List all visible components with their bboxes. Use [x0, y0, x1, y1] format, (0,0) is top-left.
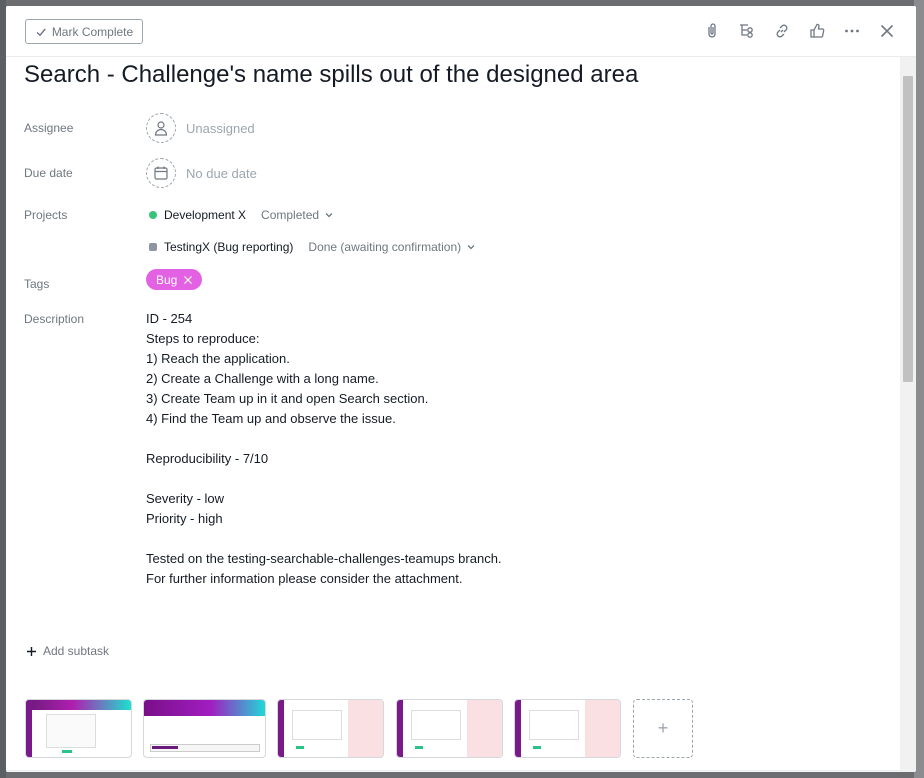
- more-icon[interactable]: [840, 19, 863, 42]
- due-date-label: Due date: [24, 166, 73, 180]
- close-icon[interactable]: [875, 19, 898, 42]
- project-row-testingx[interactable]: TestingX (Bug reporting) Done (awaiting …: [149, 240, 476, 254]
- scrollbar-thumb[interactable]: [903, 76, 913, 382]
- mark-complete-label: Mark Complete: [51, 24, 134, 39]
- check-icon: [36, 28, 46, 36]
- project-row-development-x[interactable]: Development X Completed: [149, 208, 334, 222]
- due-date-picker[interactable]: [146, 158, 176, 188]
- chevron-down-icon: [467, 245, 475, 250]
- attachment-thumbnail[interactable]: [143, 699, 266, 758]
- project-section-label: Completed: [261, 208, 320, 222]
- due-date-value[interactable]: No due date: [186, 166, 257, 181]
- assignee-value[interactable]: Unassigned: [186, 121, 255, 136]
- plus-icon: [27, 646, 36, 656]
- link-icon[interactable]: [770, 19, 793, 42]
- like-icon[interactable]: [805, 19, 828, 42]
- attachment-thumbnail[interactable]: [277, 699, 384, 758]
- assignee-label: Assignee: [24, 121, 74, 135]
- project-name[interactable]: Development X: [164, 208, 246, 222]
- calendar-icon: [154, 166, 168, 180]
- attachment-thumbnail[interactable]: [396, 699, 503, 758]
- tag-label: Bug: [156, 272, 178, 287]
- add-attachment-button[interactable]: +: [633, 699, 693, 758]
- attachment-thumbnail[interactable]: [25, 699, 132, 758]
- project-section-label: Done (awaiting confirmation): [308, 240, 462, 254]
- task-content: Search - Challenge's name spills out of …: [6, 57, 900, 772]
- project-color-dot: [149, 243, 157, 251]
- mark-complete-button[interactable]: Mark Complete: [25, 19, 143, 44]
- project-color-dot: [149, 211, 157, 219]
- attachment-icon[interactable]: [700, 19, 723, 42]
- project-section-dropdown[interactable]: Completed: [261, 208, 334, 222]
- toolbar-actions: [700, 19, 898, 42]
- project-section-dropdown[interactable]: Done (awaiting confirmation): [308, 240, 476, 254]
- description-text[interactable]: ID - 254 Steps to reproduce: 1) Reach th…: [146, 309, 502, 589]
- attachment-thumbnail[interactable]: [514, 699, 621, 758]
- person-icon: [154, 121, 168, 136]
- chevron-down-icon: [325, 213, 333, 218]
- tags-label: Tags: [24, 277, 50, 291]
- remove-tag-icon[interactable]: [183, 275, 193, 285]
- tag-bug[interactable]: Bug: [146, 269, 203, 290]
- task-detail-pane: Mark Complete Search - Challenge's name …: [6, 6, 916, 772]
- subtask-icon[interactable]: [735, 19, 758, 42]
- projects-label: Projects: [24, 208, 68, 222]
- add-subtask-button[interactable]: Add subtask: [26, 644, 109, 658]
- description-label: Description: [24, 312, 85, 326]
- add-subtask-label: Add subtask: [43, 644, 110, 658]
- content-footer-divider: [6, 770, 900, 772]
- task-toolbar: Mark Complete: [6, 6, 916, 57]
- project-name[interactable]: TestingX (Bug reporting): [164, 240, 293, 254]
- assignee-avatar-placeholder[interactable]: [146, 113, 176, 143]
- task-title[interactable]: Search - Challenge's name spills out of …: [24, 61, 638, 89]
